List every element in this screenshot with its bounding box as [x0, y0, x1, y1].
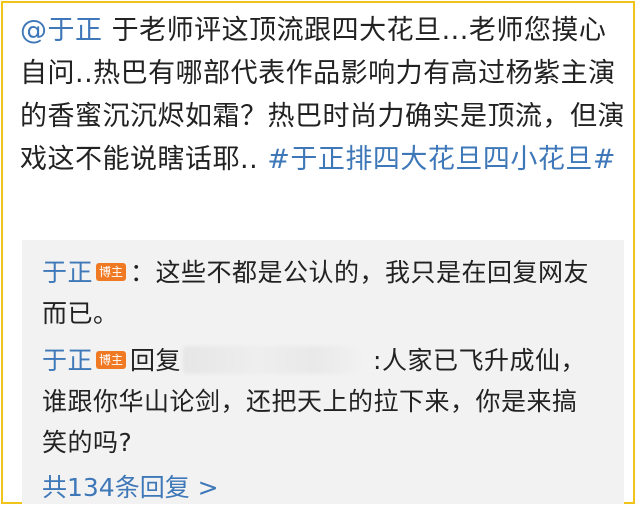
mention-link[interactable]: @于正: [20, 15, 103, 46]
blurred-username: [183, 346, 372, 374]
reply-item: 于正 博主 ：这些不都是公认的，我只是在回复网友而已。: [42, 252, 602, 334]
reply-author-link[interactable]: 于正: [42, 346, 93, 375]
reply-item: 于正 博主 回复:人家已飞升成仙，谁跟你华山论剑，还把天上的拉下来，你是来搞笑的吗?: [42, 340, 602, 463]
reply-prefix: 回复: [130, 346, 182, 375]
blogger-badge: 博主: [96, 263, 127, 281]
post-content: @于正 于老师评这顶流跟四大花旦...老师您摸心自问..热巴有哪部代表作品影响力…: [20, 9, 628, 181]
reply-section: 于正 博主 ：这些不都是公认的，我只是在回复网友而已。 于正 博主 回复:人家已飞升成仙…: [22, 240, 624, 504]
reply-author-link[interactable]: 于正: [42, 258, 93, 287]
hashtag-link[interactable]: #于正排四大花旦四小花旦#: [267, 144, 616, 175]
comment-card: @于正 于老师评这顶流跟四大花旦...老师您摸心自问..热巴有哪部代表作品影响力…: [1, 1, 635, 504]
view-all-replies-link[interactable]: 共134条回复 >: [42, 472, 219, 504]
blogger-badge: 博主: [96, 351, 127, 369]
